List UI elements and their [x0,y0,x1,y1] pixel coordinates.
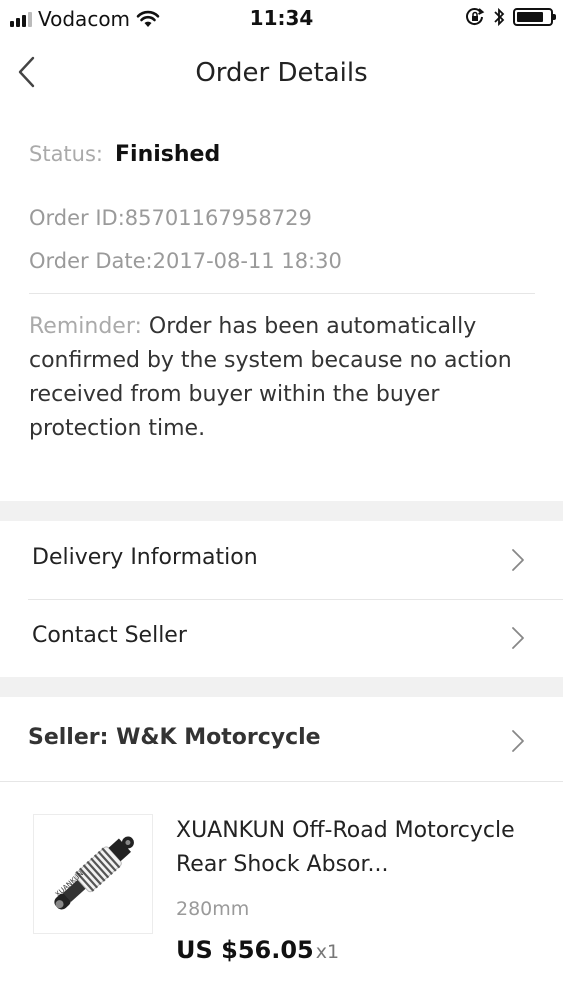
orientation-lock-icon [466,8,485,26]
contact-seller-row[interactable]: Contact Seller [0,600,563,676]
seller-row[interactable]: Seller: W&K Motorcycle [0,703,563,779]
chevron-right-icon [512,730,524,752]
nav-bar: Order Details [0,40,563,110]
contact-seller-label: Contact Seller [32,623,187,648]
product-item[interactable]: XUANKUN XUANKUN Off-Road Motorcycle Rear… [0,790,563,990]
product-thumbnail[interactable]: XUANKUN [33,814,153,934]
section-separator [0,501,563,521]
order-status: Status: Finished [29,142,220,167]
product-quantity: x1 [315,941,340,963]
divider [29,293,535,294]
section-separator [0,677,563,697]
status-label: Status: [29,142,103,166]
page-title: Order Details [195,58,368,88]
bluetooth-icon [494,7,505,27]
status-bar: Vodacom 11:34 [0,0,563,38]
status-value: Finished [115,142,221,167]
reminder-label: Reminder: [29,314,142,339]
delivery-information-row[interactable]: Delivery Information [0,522,563,598]
product-variant: 280mm [176,898,250,920]
delivery-information-label: Delivery Information [32,545,258,570]
product-price-line: US $56.05 x1 [176,936,339,964]
divider [0,781,563,782]
shock-absorber-image: XUANKUN [54,836,134,910]
reminder: Reminder: Order has been automatically c… [29,310,539,446]
order-date: Order Date:2017-08-11 18:30 [29,249,342,273]
order-id: Order ID:85701167958729 [29,206,312,230]
chevron-right-icon [512,549,524,571]
seller-name: Seller: W&K Motorcycle [28,725,321,750]
chevron-right-icon [512,627,524,649]
status-right [465,7,556,27]
product-price: US $56.05 [176,936,314,964]
battery-icon [513,8,556,26]
product-title[interactable]: XUANKUN Off-Road Motorcycle Rear Shock A… [176,814,536,882]
